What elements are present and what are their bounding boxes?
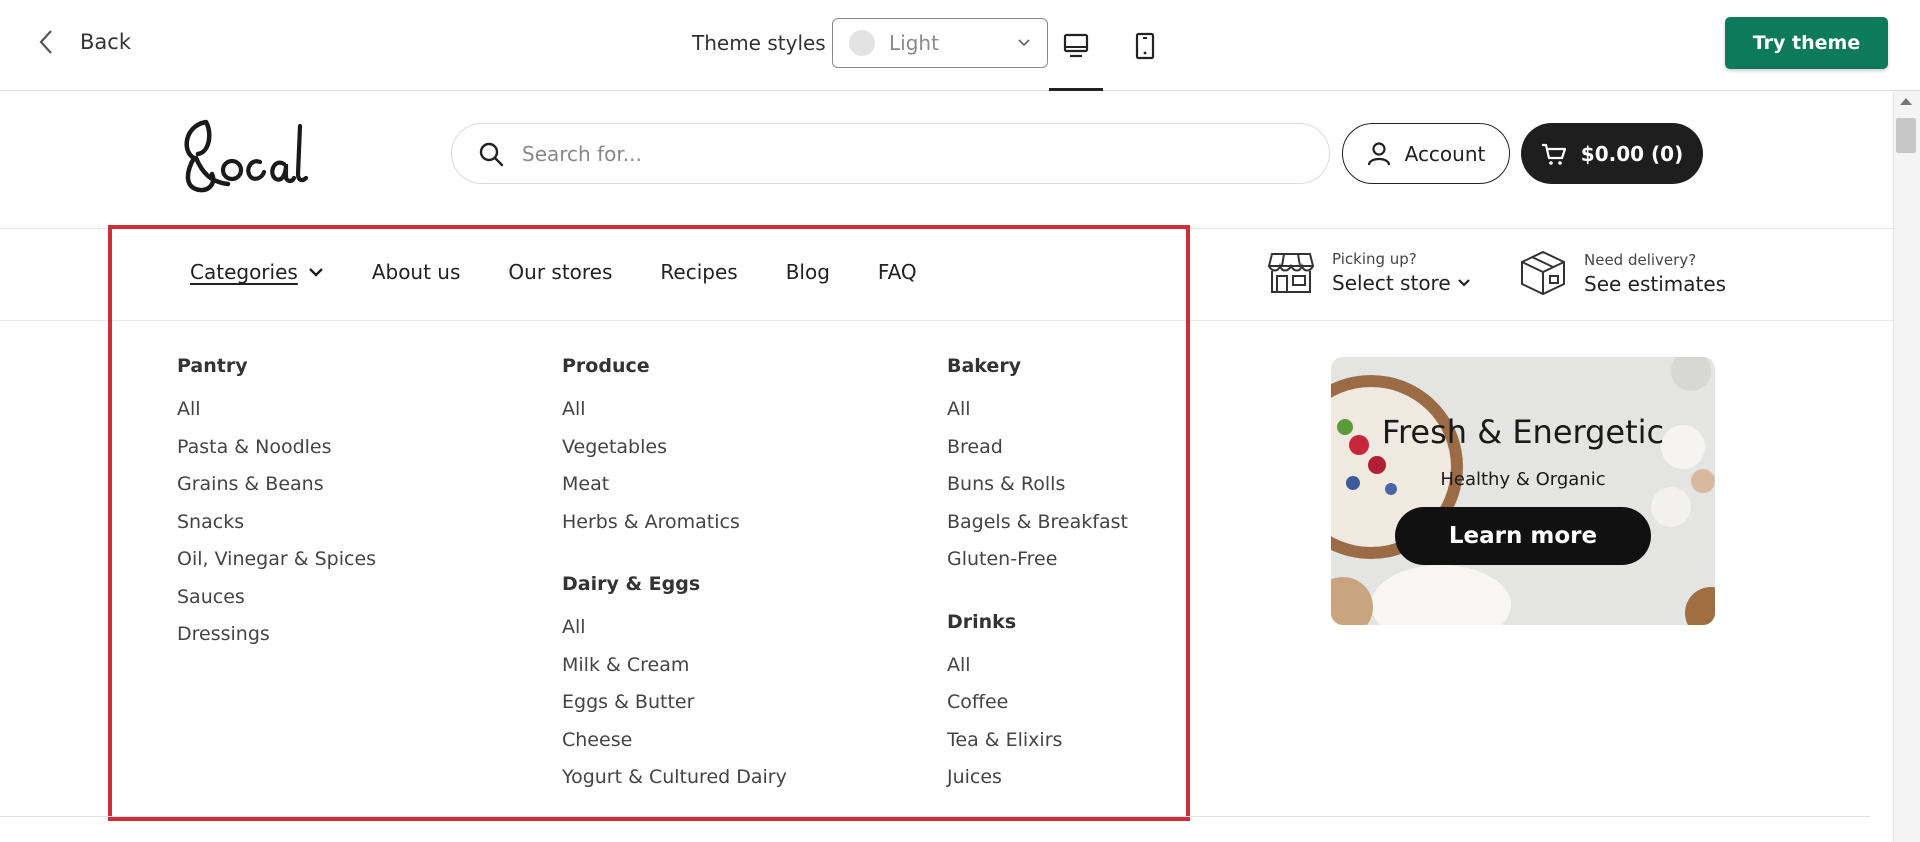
- user-icon: [1367, 141, 1390, 165]
- menu-link[interactable]: Pasta & Noodles: [177, 435, 376, 473]
- menu-link[interactable]: Oil, Vinegar & Spices: [177, 547, 376, 585]
- menu-group-title[interactable]: Produce: [562, 355, 787, 379]
- back-label: Back: [80, 30, 131, 54]
- scroll-up-arrow-icon[interactable]: [1900, 98, 1912, 105]
- cart-total: $0.00 (0): [1580, 141, 1684, 166]
- menu-column-produce: Produce All Vegetables Meat Herbs & Arom…: [562, 355, 787, 803]
- menu-link[interactable]: Meat: [562, 472, 787, 510]
- search-bar[interactable]: [451, 123, 1330, 184]
- promo-card[interactable]: Fresh & Energetic Healthy & Organic Lear…: [1331, 357, 1715, 625]
- menu-link[interactable]: Snacks: [177, 510, 376, 548]
- menu-link[interactable]: Milk & Cream: [562, 653, 787, 691]
- storefront-icon: [1268, 252, 1314, 293]
- menu-group-title[interactable]: Dairy & Eggs: [562, 573, 787, 597]
- desktop-icon: [1063, 33, 1089, 58]
- menu-link[interactable]: Sauces: [177, 585, 376, 623]
- delivery-label: Need delivery?: [1584, 250, 1697, 269]
- menu-link[interactable]: Bread: [947, 435, 1128, 473]
- menu-link[interactable]: All: [947, 397, 1128, 435]
- scrollbar-thumb[interactable]: [1896, 118, 1916, 153]
- promo-title: Fresh & Energetic: [1381, 413, 1665, 451]
- menu-link[interactable]: Grains & Beans: [177, 472, 376, 510]
- search-input[interactable]: [522, 141, 1329, 166]
- menu-link[interactable]: Vegetables: [562, 435, 787, 473]
- menu-link[interactable]: Buns & Rolls: [947, 472, 1128, 510]
- menu-group-title[interactable]: Drinks: [947, 611, 1128, 635]
- menu-link[interactable]: Coffee: [947, 690, 1128, 728]
- pickup-label: Picking up?: [1332, 250, 1417, 268]
- menu-link[interactable]: Cheese: [562, 728, 787, 766]
- delivery-estimates[interactable]: Need delivery? See estimates: [1520, 250, 1726, 296]
- account-label: Account: [1404, 141, 1486, 166]
- cart-button[interactable]: $0.00 (0): [1521, 123, 1703, 184]
- learn-more-button[interactable]: Learn more: [1395, 507, 1651, 565]
- active-device-indicator: [1049, 88, 1103, 91]
- food-photo-image: [1331, 357, 1715, 625]
- pickup-selector[interactable]: Picking up? Select store: [1268, 250, 1471, 295]
- menu-column-bakery: Bakery All Bread Buns & Rolls Bagels & B…: [947, 355, 1128, 803]
- menu-link[interactable]: Juices: [947, 765, 1128, 803]
- menu-link[interactable]: Herbs & Aromatics: [562, 510, 787, 548]
- package-icon: [1521, 250, 1565, 296]
- try-theme-button[interactable]: Try theme: [1725, 17, 1888, 69]
- chevron-down-icon: [1457, 279, 1470, 287]
- promo-subtitle: Healthy & Organic: [1440, 469, 1606, 490]
- cart-icon: [1541, 143, 1566, 165]
- scrollbar-track[interactable]: [1893, 91, 1920, 842]
- theme-style-select[interactable]: Light: [832, 18, 1048, 68]
- chevron-down-icon: [1018, 39, 1030, 47]
- menu-link[interactable]: All: [177, 397, 376, 435]
- store-logo[interactable]: [176, 112, 309, 196]
- menu-column-pantry: Pantry All Pasta & Noodles Grains & Bean…: [177, 355, 376, 660]
- editor-toolbar: Back Theme styles Light Try theme: [0, 0, 1920, 91]
- back-button[interactable]: Back: [36, 28, 131, 56]
- chevron-left-icon: [39, 30, 52, 54]
- theme-styles-label: Theme styles: [692, 31, 826, 55]
- menu-group-title[interactable]: Pantry: [177, 355, 376, 379]
- menu-link[interactable]: Dressings: [177, 622, 376, 660]
- menu-link[interactable]: Yogurt & Cultured Dairy: [562, 765, 787, 803]
- desktop-preview-button[interactable]: [1049, 26, 1103, 66]
- menu-group-title[interactable]: Bakery: [947, 355, 1128, 379]
- menu-link[interactable]: All: [947, 653, 1128, 691]
- menu-link[interactable]: Tea & Elixirs: [947, 728, 1128, 766]
- theme-style-value: Light: [889, 31, 939, 55]
- menu-link[interactable]: All: [562, 397, 787, 435]
- menu-link[interactable]: All: [562, 615, 787, 653]
- search-icon: [479, 142, 504, 166]
- mobile-preview-button[interactable]: [1118, 26, 1172, 66]
- local-logo-icon: [184, 119, 309, 193]
- menu-link[interactable]: Gluten-Free: [947, 547, 1128, 585]
- select-store-label: Select store: [1332, 271, 1451, 295]
- theme-swatch: [849, 30, 875, 56]
- menu-link[interactable]: Eggs & Butter: [562, 690, 787, 728]
- see-estimates-label: See estimates: [1584, 271, 1727, 296]
- mobile-icon: [1135, 32, 1155, 60]
- account-button[interactable]: Account: [1342, 123, 1510, 184]
- menu-link[interactable]: Bagels & Breakfast: [947, 510, 1128, 548]
- content-bottom-divider: [0, 816, 1870, 817]
